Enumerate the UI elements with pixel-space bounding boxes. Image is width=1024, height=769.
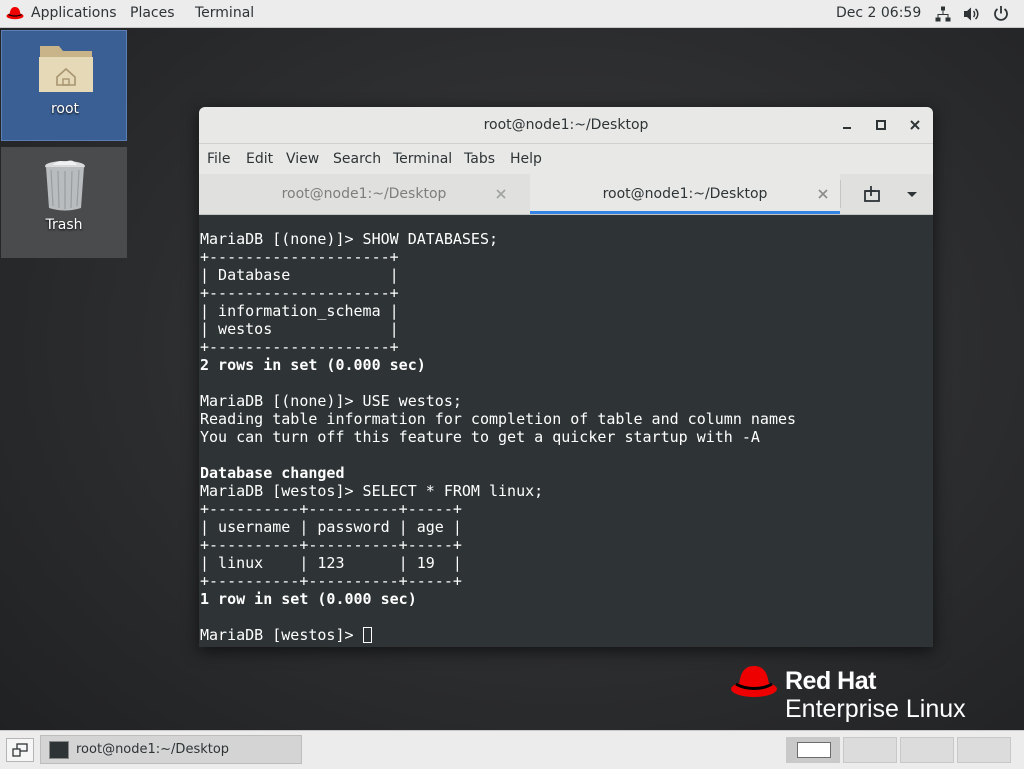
workspace-1[interactable] [786,737,840,763]
terminal-line: +--------------------+ [200,338,399,356]
tab-inactive[interactable]: root@node1:~/Desktop [199,174,529,214]
tab-close-icon[interactable] [817,188,829,200]
taskbar-item-label: root@node1:~/Desktop [76,742,230,757]
terminal-line: +--------------------+ [200,284,399,302]
minimize-icon[interactable] [839,117,855,133]
terminal-line: MariaDB [westos]> SELECT * FROM linux; [200,482,544,500]
terminal-line: Database changed [200,464,345,482]
terminal-line: | Database | [200,266,399,284]
places-menu[interactable]: Places [130,0,175,27]
terminal-line: | westos | [200,320,399,338]
terminal-app-menu[interactable]: Terminal [195,0,254,27]
terminal-line: 1 row in set (0.000 sec) [200,590,417,608]
window-titlebar[interactable]: root@node1:~/Desktop [199,107,933,144]
workspace-4[interactable] [957,737,1011,763]
chevron-down-icon[interactable] [904,184,920,204]
trash-icon [45,160,85,211]
brand-line2: Enterprise Linux [785,695,966,723]
terminal-line: +--------------------+ [200,248,399,266]
menu-help[interactable]: Help [510,144,542,174]
window-title: root@node1:~/Desktop [483,117,649,133]
close-icon[interactable] [907,117,923,133]
workspace-2[interactable] [843,737,897,763]
desktop-icon-trash[interactable]: Trash [1,147,127,258]
tab-bar: root@node1:~/Desktop root@node1:~/Deskto… [199,174,933,215]
workspace-3[interactable] [900,737,954,763]
menu-terminal[interactable]: Terminal [393,144,452,174]
terminal-line: MariaDB [(none)]> SHOW DATABASES; [200,230,499,248]
terminal-line: 2 rows in set (0.000 sec) [200,356,426,374]
terminal-window: root@node1:~/Desktop File Edit View Sear… [199,107,933,647]
terminal-text: MariaDB [(none)]> SHOW DATABASES; +-----… [200,230,796,644]
terminal-line: +----------+----------+-----+ [200,572,462,590]
home-folder-icon [39,46,93,92]
terminal-line: You can turn off this feature to get a q… [200,428,760,446]
redhat-menu-icon [6,7,24,20]
menu-file[interactable]: File [207,144,230,174]
terminal-line: | username | password | age | [200,518,462,536]
desktop-icon-label: root [50,101,80,117]
maximize-icon[interactable] [873,117,889,133]
menu-tabs[interactable]: Tabs [464,144,495,174]
workspace-window-thumb [797,742,831,758]
power-icon[interactable] [993,5,1009,22]
show-desktop-icon [12,743,28,757]
terminal-line: +----------+----------+-----+ [200,500,462,518]
tab-active[interactable]: root@node1:~/Desktop [530,174,840,214]
terminal-icon [49,741,69,759]
bottom-panel: root@node1:~/Desktop [0,730,1024,769]
menu-search[interactable]: Search [333,144,381,174]
desktop-icon-label: Trash [45,217,83,233]
terminal-output[interactable]: MariaDB [(none)]> SHOW DATABASES; +-----… [199,215,933,647]
menu-edit[interactable]: Edit [246,144,273,174]
top-panel: Applications Places Terminal Dec 2 06:59 [0,0,1024,28]
volume-icon[interactable] [963,6,981,22]
terminal-line: | linux | 123 | 19 | [200,554,462,572]
terminal-line: MariaDB [westos]> [200,626,363,644]
show-desktop-button[interactable] [6,738,34,762]
terminal-line: MariaDB [(none)]> USE westos; [200,392,462,410]
tab-label: root@node1:~/Desktop [602,186,768,202]
brand-line1: Red Hat [785,667,876,695]
redhat-logo [731,666,777,697]
taskbar-item-terminal[interactable]: root@node1:~/Desktop [40,735,302,764]
menu-bar: File Edit View Search Terminal Tabs Help [199,144,933,174]
terminal-line: Reading table information for completion… [200,410,797,428]
terminal-line: +----------+----------+-----+ [200,536,462,554]
tab-close-icon[interactable] [495,188,507,200]
new-tab-icon[interactable] [863,184,883,204]
tab-label: root@node1:~/Desktop [281,186,447,202]
menu-view[interactable]: View [286,144,319,174]
desktop-icon-root[interactable]: root [1,30,127,141]
applications-menu[interactable]: Applications [31,0,117,27]
terminal-cursor [362,627,372,643]
terminal-line: | information_schema | [200,302,399,320]
clock[interactable]: Dec 2 06:59 [836,0,921,27]
tab-separator [840,180,841,208]
network-icon[interactable] [935,6,951,22]
